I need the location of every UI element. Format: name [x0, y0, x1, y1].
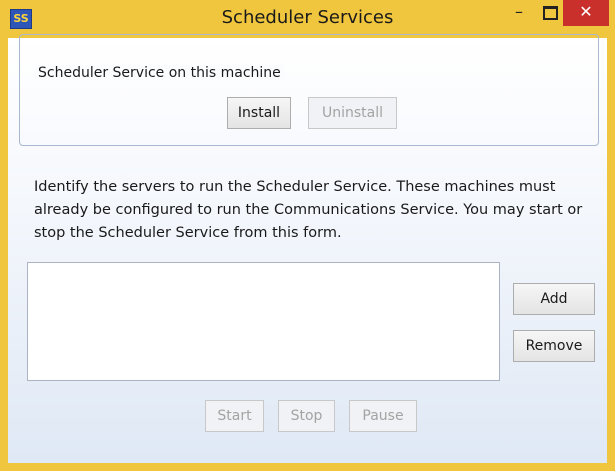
add-button[interactable]: Add — [513, 283, 595, 315]
pause-button[interactable]: Pause — [349, 400, 417, 432]
remove-button[interactable]: Remove — [513, 330, 595, 362]
close-button[interactable]: ✕ — [563, 0, 609, 26]
title-bar[interactable]: SS Scheduler Services – ✕ — [0, 0, 615, 38]
start-button[interactable]: Start — [205, 400, 264, 432]
scheduler-services-window: SS Scheduler Services – ✕ Scheduler Serv… — [0, 0, 615, 471]
groupbox-label: Scheduler Service on this machine — [35, 65, 284, 81]
uninstall-button[interactable]: Uninstall — [308, 97, 397, 129]
stop-button[interactable]: Stop — [278, 400, 335, 432]
install-button[interactable]: Install — [227, 97, 291, 129]
instructions-text: Identify the servers to run the Schedule… — [34, 179, 583, 241]
local-service-groupbox — [19, 34, 599, 146]
maximize-icon — [542, 6, 558, 20]
minimize-button[interactable]: – — [505, 0, 533, 26]
maximize-button[interactable] — [536, 0, 564, 26]
servers-listbox[interactable] — [27, 262, 500, 381]
